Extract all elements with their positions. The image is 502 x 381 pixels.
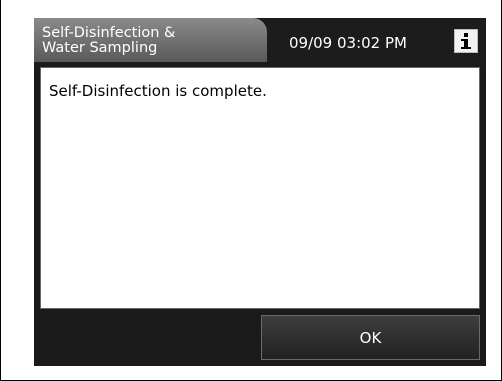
ok-button[interactable]: OK — [261, 315, 480, 360]
screen-title-line-1: Self-Disinfection & — [42, 25, 176, 41]
title-tab: Self-Disinfection & Water Sampling — [34, 18, 267, 62]
message-panel: Self-Disinfection is complete. — [40, 67, 480, 309]
header-bar: Self-Disinfection & Water Sampling 09/09… — [34, 18, 486, 66]
info-icon — [461, 33, 471, 49]
screen-title-line-2: Water Sampling — [42, 40, 158, 56]
info-button[interactable] — [454, 29, 478, 53]
status-message: Self-Disinfection is complete. — [49, 82, 267, 100]
datetime-display: 09/09 03:02 PM — [289, 34, 407, 52]
device-frame: Self-Disinfection & Water Sampling 09/09… — [0, 0, 502, 381]
device-screen: Self-Disinfection & Water Sampling 09/09… — [34, 18, 486, 366]
